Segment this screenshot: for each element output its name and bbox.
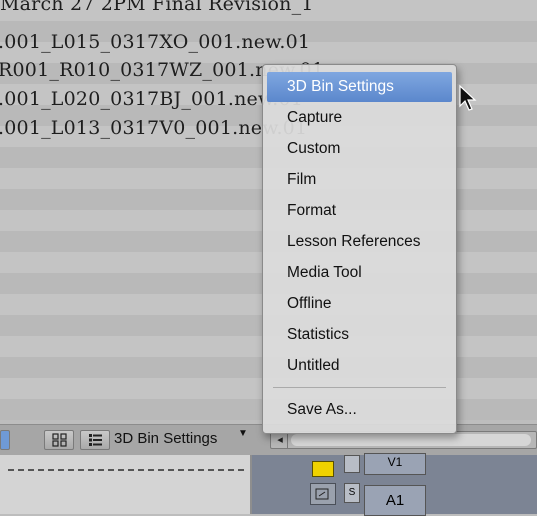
timeline-area: S V1 A1 bbox=[0, 453, 537, 516]
menu-item-save-as[interactable]: Save As... bbox=[267, 395, 452, 425]
monitor-button[interactable] bbox=[312, 461, 334, 477]
track-a1[interactable]: A1 bbox=[364, 485, 426, 516]
menu-item-3d-bin-settings[interactable]: 3D Bin Settings bbox=[267, 72, 452, 102]
track-patch-icon[interactable] bbox=[310, 483, 336, 505]
bin-row[interactable]: March 27 2PM Final Revision_1 bbox=[0, 0, 537, 21]
mouse-pointer-icon bbox=[458, 84, 478, 114]
scrollbar-thumb[interactable] bbox=[291, 434, 531, 446]
solo-button[interactable]: S bbox=[344, 483, 360, 503]
track-v1[interactable]: V1 bbox=[364, 453, 426, 475]
menu-item-lesson-references[interactable]: Lesson References bbox=[267, 227, 452, 257]
menu-item-film[interactable]: Film bbox=[267, 165, 452, 195]
clip-name: March 27 2PM Final Revision_1 bbox=[0, 0, 314, 15]
menu-separator bbox=[273, 387, 446, 388]
menu-item-custom[interactable]: Custom bbox=[267, 134, 452, 164]
list-view-icon bbox=[88, 433, 103, 452]
grid-view-icon bbox=[52, 433, 67, 452]
brief-view-button[interactable] bbox=[0, 430, 10, 450]
menu-item-statistics[interactable]: Statistics bbox=[267, 320, 452, 350]
menu-item-offline[interactable]: Offline bbox=[267, 289, 452, 319]
lock-button[interactable] bbox=[344, 455, 360, 473]
track-panel: S V1 A1 bbox=[252, 453, 537, 516]
frame-view-button[interactable] bbox=[44, 430, 74, 450]
bin-view-selector[interactable]: 3D Bin Settings ▼ bbox=[110, 428, 260, 450]
record-monitor-panel bbox=[0, 455, 250, 514]
bin-view-menu: 3D Bin Settings Capture Custom Film Form… bbox=[262, 64, 457, 434]
scroll-left-icon[interactable]: ◂ bbox=[273, 432, 288, 448]
script-view-button[interactable] bbox=[80, 430, 110, 450]
divider bbox=[8, 469, 244, 471]
menu-item-capture[interactable]: Capture bbox=[267, 103, 452, 133]
menu-item-format[interactable]: Format bbox=[267, 196, 452, 226]
clip-name: .001_L015_0317XO_001.new.01 bbox=[0, 31, 311, 53]
clip-name: .001_L020_0317BJ_001.new.01 bbox=[0, 88, 304, 110]
menu-item-untitled[interactable]: Untitled bbox=[267, 351, 452, 381]
menu-item-media-tool[interactable]: Media Tool bbox=[267, 258, 452, 288]
bin-view-selector-label: 3D Bin Settings bbox=[114, 430, 218, 447]
chevron-down-icon: ▼ bbox=[238, 428, 248, 439]
